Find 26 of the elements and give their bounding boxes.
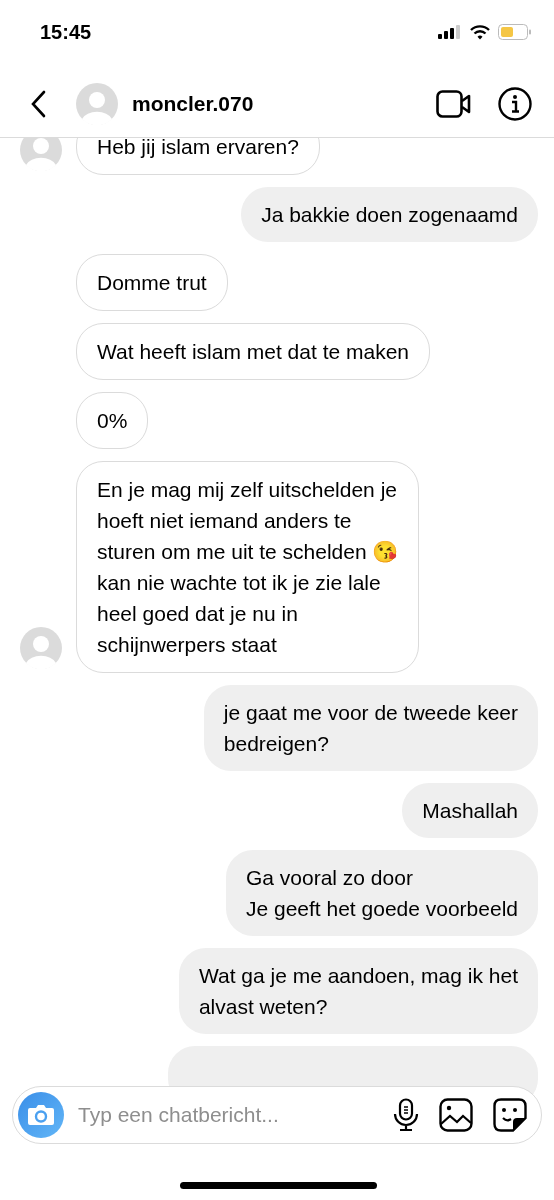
battery-icon — [498, 24, 532, 40]
message-field[interactable]: Typ een chatbericht... — [76, 1102, 373, 1128]
message-bubble: 0% — [76, 392, 149, 449]
image-icon[interactable] — [439, 1098, 473, 1132]
avatar-icon — [20, 627, 62, 669]
signal-icon — [438, 25, 462, 39]
back-icon[interactable] — [30, 89, 46, 118]
sticker-icon[interactable] — [493, 1098, 527, 1132]
message-bubble: Ga vooral zo door Je geeft het goede voorbeeld — [225, 850, 538, 936]
username[interactable]: moncler.070 — [132, 91, 436, 116]
message-bubble: je gaat me voor de tweede keer bedreigen? — [203, 685, 538, 771]
message-composer[interactable]: Typ een chatbericht... — [12, 1086, 542, 1144]
message-bubble: Ja bakkie doen zogenaamd — [241, 187, 538, 242]
info-icon[interactable] — [498, 86, 532, 121]
message-bubble: Domme trut — [76, 254, 228, 311]
message-bubble: En je mag mij zelf uitschelden je hoeft niet iemand anders te sturen om me uit te schelden 😘 kan nie wachte tot ik je zie lale heel goed dat je nu in schijnwerpers staat — [76, 461, 420, 673]
status-time: 15:45 — [40, 20, 92, 44]
message-bubble: Mashallah — [402, 783, 538, 838]
camera-button[interactable] — [18, 1092, 64, 1138]
message-bubble: Wat heeft islam met dat te maken — [76, 323, 431, 380]
camera-icon — [27, 1104, 55, 1126]
message-bubble: Heb jij islam ervaren? — [76, 138, 320, 175]
microphone-icon[interactable] — [393, 1098, 419, 1132]
video-call-icon[interactable] — [436, 89, 472, 118]
message-bubble: Wat ga je me aandoen, mag ik het alvast weten? — [178, 948, 538, 1034]
wifi-icon — [470, 24, 490, 40]
